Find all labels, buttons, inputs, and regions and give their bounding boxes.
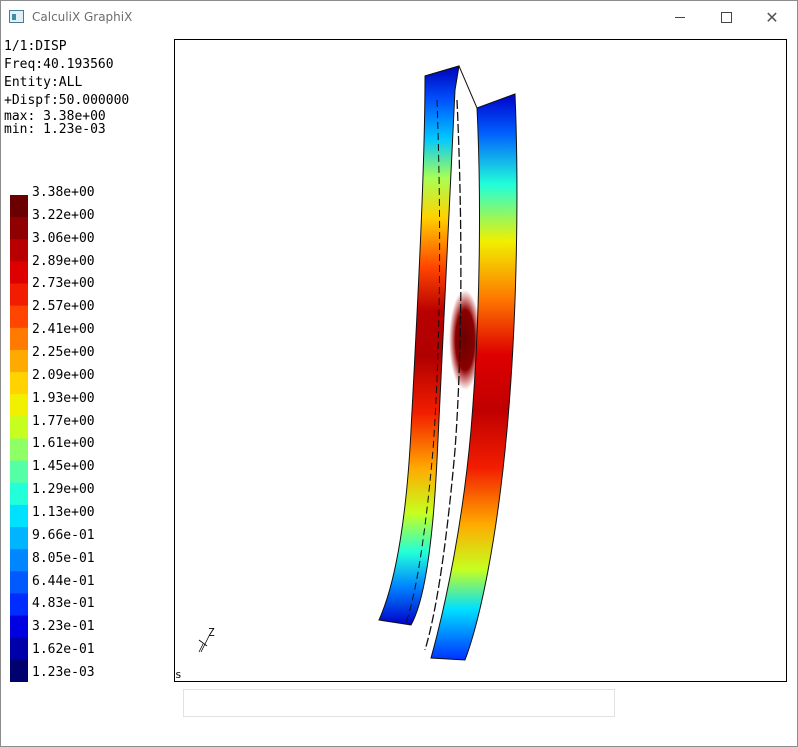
result-info-panel: 1/1:DISP Freq:40.193560 Entity:ALL +Disp… — [4, 38, 129, 136]
maximize-icon — [720, 11, 732, 23]
axis-z-label: Z — [208, 626, 215, 639]
color-scale-swatch — [10, 438, 28, 462]
frequency-label: Freq:40.193560 — [4, 57, 114, 72]
color-scale-swatch — [10, 593, 28, 617]
beam-web — [378, 65, 460, 626]
color-scale-swatch — [10, 372, 28, 395]
maximize-button[interactable] — [703, 1, 749, 33]
color-scale-swatch — [10, 416, 28, 440]
color-scale-label: 9.66e-01 — [32, 527, 95, 543]
minimize-button[interactable] — [657, 1, 703, 33]
color-scale-swatch — [10, 394, 28, 417]
color-scale-label: 1.93e+00 — [32, 390, 95, 406]
color-scale-swatch — [10, 549, 28, 572]
beam-mode-shape-render: Z — [198, 65, 518, 661]
color-scale-label: 1.23e-03 — [32, 665, 95, 680]
color-scale-label: 1.77e+00 — [32, 413, 95, 429]
title-bar[interactable]: CalculiX GraphiX ✕ — [1, 1, 797, 33]
color-scale-swatch — [10, 615, 28, 639]
color-scale-bar — [10, 195, 28, 682]
min-value-label: min: 1.23e-03 — [4, 122, 106, 137]
command-input[interactable] — [183, 689, 615, 717]
window-title: CalculiX GraphiX — [32, 10, 133, 24]
color-scale-swatch — [10, 305, 28, 329]
color-scale-swatch — [10, 195, 28, 218]
color-scale-swatch — [10, 217, 28, 240]
color-scale-label: 3.23e-01 — [32, 619, 95, 635]
color-scale-swatch — [10, 239, 28, 263]
color-scale-label: 2.25e+00 — [32, 345, 95, 360]
color-scale-label: 3.38e+00 — [32, 185, 95, 200]
color-scale-label: 2.57e+00 — [32, 299, 95, 315]
color-scale-label: 2.89e+00 — [32, 253, 95, 269]
color-scale-label: 4.83e-01 — [32, 596, 95, 612]
color-scale-swatch — [10, 460, 28, 484]
graphics-viewport[interactable]: Z — [174, 39, 787, 682]
color-scale-label: 6.44e-01 — [32, 573, 95, 589]
color-scale-label: 3.06e+00 — [32, 230, 95, 246]
color-scale-label: 2.09e+00 — [32, 367, 95, 383]
color-scale-label: 3.22e+00 — [32, 207, 95, 223]
color-scale-swatch — [10, 349, 28, 373]
color-scale-label: 1.61e+00 — [32, 436, 95, 452]
color-scale-swatch — [10, 504, 28, 528]
displacement-factor-label: +Dispf:50.000000 — [4, 93, 130, 108]
color-scale-swatch — [10, 327, 28, 351]
color-scale-label: 1.62e-01 — [32, 642, 95, 658]
color-scale-label: 2.41e+00 — [32, 322, 95, 338]
minimize-icon — [675, 16, 685, 18]
dataset-label: 1/1:DISP — [4, 39, 67, 54]
color-scale-label: 1.13e+00 — [32, 505, 95, 520]
color-scale-swatch — [10, 482, 28, 506]
status-char: s — [175, 668, 182, 681]
color-scale-label: 8.05e-01 — [32, 550, 95, 566]
close-icon: ✕ — [765, 7, 779, 27]
close-button[interactable]: ✕ — [749, 1, 795, 33]
entity-label: Entity:ALL — [4, 75, 83, 90]
color-scale-label: 2.73e+00 — [32, 276, 95, 292]
color-scale-swatch — [10, 637, 28, 661]
color-scale-swatch — [10, 283, 28, 307]
color-scale-swatch — [10, 571, 28, 595]
calculix-app-icon — [9, 10, 24, 23]
color-scale-swatch — [10, 527, 28, 550]
color-scale-swatch — [10, 261, 28, 285]
color-scale-swatch — [10, 659, 28, 682]
color-scale-label: 1.45e+00 — [32, 459, 95, 475]
color-scale-label: 1.29e+00 — [32, 482, 95, 498]
